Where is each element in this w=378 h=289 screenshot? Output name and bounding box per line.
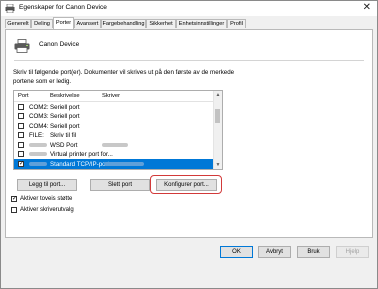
- tab-porter[interactable]: Porter: [53, 17, 74, 29]
- column-beskrivelse[interactable]: Beskrivelse: [50, 93, 80, 99]
- bidirectional-label: Aktiver toveis støtte: [20, 196, 73, 202]
- port-checkbox[interactable]: [18, 141, 24, 148]
- title-bar: Egenskaper for Canon Device ✕: [1, 1, 377, 16]
- add-port-button[interactable]: Legg til port...: [17, 179, 77, 191]
- port-description: Seriell port: [50, 113, 80, 120]
- port-description: Seriell port: [50, 103, 80, 111]
- window-title: Egenskaper for Canon Device: [19, 4, 107, 11]
- port-description: WSD Port: [50, 141, 78, 149]
- printer-icon: [14, 39, 30, 53]
- port-name: FILE:: [29, 132, 44, 139]
- tab-sikkerhet[interactable]: Sikkerhet: [146, 19, 176, 28]
- port-checkbox[interactable]: [18, 151, 24, 157]
- list-item[interactable]: Virtual printer port for...: [14, 150, 214, 160]
- pooling-label: Aktiver skriverutvalg: [20, 207, 74, 213]
- tab-fargebehandling[interactable]: Fargebehandling: [101, 19, 146, 28]
- port-description: Standard TCP/IP-port: [50, 160, 110, 168]
- properties-window: Egenskaper for Canon Device ✕ Generelt D…: [0, 0, 378, 289]
- tab-profil[interactable]: Profil: [227, 19, 246, 28]
- list-item[interactable]: FILE: Skriv til fil: [14, 131, 214, 141]
- port-description: Seriell port: [50, 122, 80, 130]
- port-name: COM3:: [29, 113, 49, 120]
- port-name-redacted: [29, 151, 47, 158]
- list-item[interactable]: COM3: Seriell port: [14, 112, 214, 122]
- tab-generelt[interactable]: Generelt: [5, 19, 31, 28]
- ports-list[interactable]: Port Beskrivelse Skriver COM2: Seriell p…: [13, 90, 223, 170]
- printer-name-redacted: [104, 161, 144, 168]
- list-item[interactable]: COM2: Seriell port: [14, 102, 214, 112]
- scroll-down-icon[interactable]: ▼: [214, 161, 222, 169]
- port-name: COM2:: [29, 103, 49, 111]
- ok-button[interactable]: OK: [220, 246, 253, 258]
- cancel-button[interactable]: Avbryt: [258, 246, 291, 258]
- tab-avansert[interactable]: Avansert: [74, 19, 101, 28]
- scroll-up-icon[interactable]: ▲: [214, 91, 222, 99]
- port-name-redacted: [29, 142, 47, 149]
- port-checkbox[interactable]: [18, 103, 24, 110]
- printer-name-redacted: [102, 142, 128, 149]
- column-port[interactable]: Port: [18, 93, 29, 99]
- port-checkbox-checked[interactable]: ✓: [18, 160, 24, 167]
- port-checkbox[interactable]: [18, 132, 24, 138]
- ports-panel: Canon Device Skriv til følgende port(er)…: [5, 29, 373, 238]
- ports-list-scrollbar[interactable]: ▲ ▼: [213, 91, 222, 169]
- divider: [14, 60, 364, 61]
- port-description: Virtual printer port for...: [50, 151, 113, 158]
- list-item[interactable]: COM4: Seriell port: [14, 121, 214, 131]
- list-item[interactable]: WSD Port: [14, 140, 214, 150]
- list-item-selected[interactable]: ✓ Standard TCP/IP-port: [14, 159, 214, 169]
- printer-app-icon: [5, 4, 15, 13]
- port-checkbox[interactable]: [18, 113, 24, 119]
- tab-enhetsinnstillinger[interactable]: Enhetsinnstillinger: [176, 19, 227, 28]
- port-description: Skriv til fil: [50, 132, 77, 139]
- port-name: COM4:: [29, 122, 49, 130]
- port-checkbox[interactable]: [18, 122, 24, 129]
- tab-deling[interactable]: Deling: [31, 19, 53, 28]
- close-icon[interactable]: ✕: [363, 2, 371, 14]
- ports-list-header: Port Beskrivelse Skriver: [14, 91, 214, 102]
- column-skriver[interactable]: Skriver: [102, 93, 120, 99]
- configure-port-button[interactable]: Konfigurer port...: [156, 179, 217, 191]
- pooling-checkbox[interactable]: [11, 207, 17, 213]
- port-name-redacted: [29, 161, 47, 168]
- delete-port-button[interactable]: Slett port: [90, 179, 150, 191]
- scroll-thumb[interactable]: [215, 109, 220, 123]
- apply-button[interactable]: Bruk: [297, 246, 330, 258]
- ports-description: Skriv til følgende port(er). Dokumenter …: [13, 69, 235, 85]
- help-button[interactable]: Hjelp: [336, 246, 369, 258]
- bidirectional-checkbox[interactable]: ✓: [11, 196, 17, 202]
- device-name: Canon Device: [39, 41, 80, 48]
